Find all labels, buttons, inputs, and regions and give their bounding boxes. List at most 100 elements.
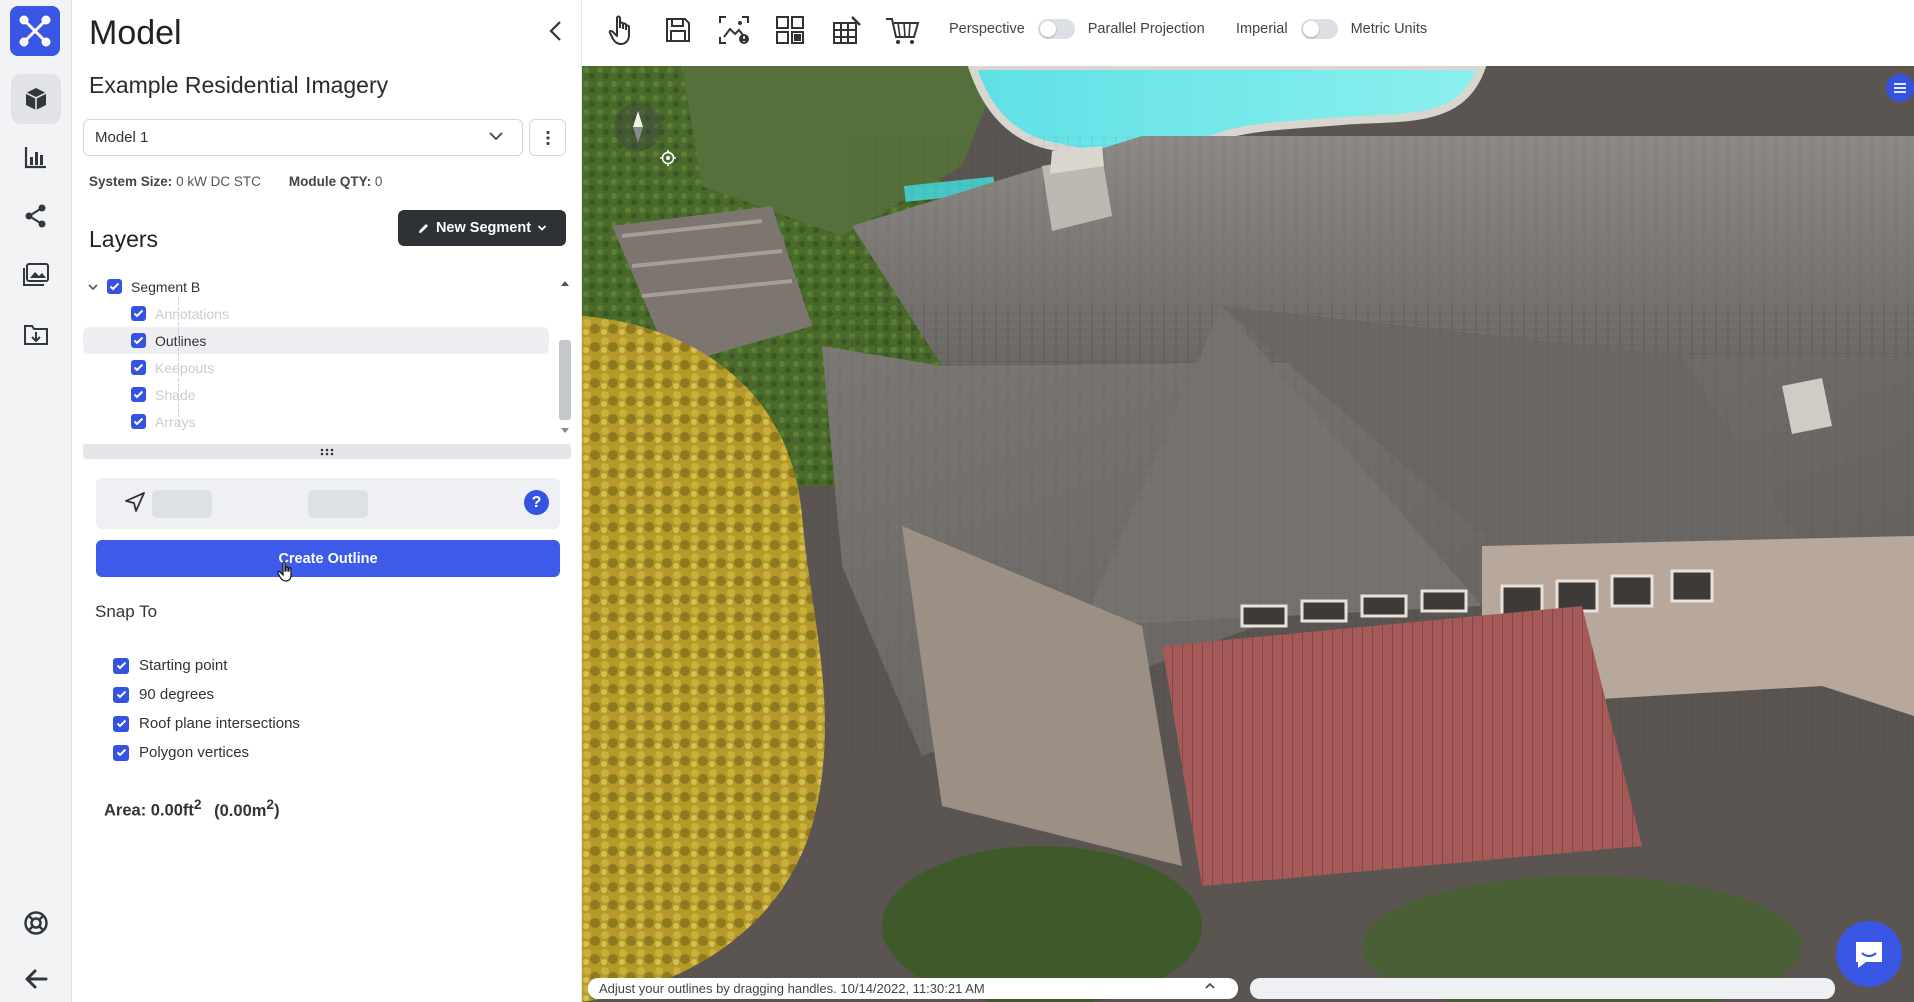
- chat-bubble-icon: [1856, 942, 1882, 968]
- secondary-status-bar: [1250, 978, 1835, 999]
- snap-label: Starting point: [139, 657, 228, 674]
- chevron-left-icon: [549, 21, 561, 41]
- tree-item-shade[interactable]: Shade: [83, 381, 549, 408]
- projection-toggle-group: Perspective Parallel Projection: [949, 19, 1205, 39]
- status-message-bar[interactable]: Adjust your outlines by dragging handles…: [588, 978, 1238, 999]
- snap-label: 90 degrees: [139, 686, 215, 703]
- grip-dots-icon: [320, 448, 334, 455]
- snap-options: Starting point 90 degrees Roof plane int…: [113, 651, 300, 767]
- segment-checkbox[interactable]: [107, 279, 122, 294]
- layers-title: Layers: [89, 226, 159, 252]
- model-panel: Model Example Residential Imagery Model …: [72, 0, 582, 1002]
- model-select-value: Model 1: [95, 129, 149, 146]
- area-label: Area:: [104, 801, 147, 820]
- model-options-button[interactable]: [529, 119, 566, 156]
- hand-pointer-icon[interactable]: [604, 12, 640, 48]
- support-lifebuoy-icon[interactable]: [11, 898, 61, 948]
- nav-rail: [0, 0, 72, 1002]
- model-cube-icon[interactable]: [11, 74, 61, 124]
- snap-checkbox[interactable]: [113, 715, 129, 732]
- create-outline-button[interactable]: Create Outline: [96, 540, 560, 577]
- imagery-icon[interactable]: [11, 250, 61, 300]
- status-timestamp: 10/14/2022, 11:30:21 AM: [840, 981, 985, 996]
- module-grid-icon[interactable]: [828, 12, 864, 48]
- snap-option[interactable]: Starting point: [113, 651, 300, 680]
- tree-item-label: Outlines: [155, 332, 207, 349]
- shade-checkbox[interactable]: [131, 387, 146, 402]
- parallel-projection-label: Parallel Projection: [1087, 21, 1205, 37]
- projection-switch[interactable]: [1037, 19, 1075, 39]
- snap-checkbox[interactable]: [113, 657, 129, 674]
- tree-item-label: Keepouts: [155, 359, 215, 376]
- keepouts-checkbox[interactable]: [131, 360, 146, 375]
- snap-label: Roof plane intersections: [139, 715, 300, 732]
- image-edit-icon[interactable]: [716, 12, 752, 48]
- download-icon[interactable]: [11, 309, 61, 359]
- compass-icon[interactable]: [614, 103, 662, 151]
- module-qty-value: 0: [374, 174, 383, 189]
- area-m-value: (0.00m: [214, 801, 267, 820]
- help-button[interactable]: ?: [524, 490, 549, 515]
- snap-option[interactable]: Roof plane intersections: [113, 709, 300, 738]
- app-logo-icon[interactable]: [10, 6, 60, 56]
- save-icon[interactable]: [660, 12, 696, 48]
- tree-connector: [178, 297, 179, 427]
- snap-option[interactable]: Polygon vertices: [113, 738, 300, 767]
- snap-checkbox[interactable]: [113, 744, 129, 761]
- hand-cursor-icon: [277, 561, 292, 582]
- caret-down-icon[interactable]: [87, 282, 99, 292]
- status-message: Adjust your outlines by dragging handles…: [599, 981, 837, 996]
- outlines-checkbox[interactable]: [131, 333, 146, 348]
- snap-to-title: Snap To: [95, 602, 158, 621]
- arrays-checkbox[interactable]: [131, 414, 146, 429]
- cart-shape-icon[interactable]: [884, 12, 920, 48]
- top-toolbar: Perspective Parallel Projection Imperial…: [582, 0, 1914, 66]
- project-name: Example Residential Imagery: [89, 72, 389, 98]
- outline-tools: ?: [96, 478, 560, 529]
- module-qty-label: Module QTY:: [288, 174, 372, 189]
- aerial-imagery: [582, 66, 1914, 1002]
- resize-handle[interactable]: [83, 444, 571, 459]
- tree-item-arrays[interactable]: Arrays: [83, 408, 549, 435]
- imperial-label: Imperial: [1236, 21, 1288, 37]
- area-readout: Area: 0.00ft2 (0.00m2): [104, 797, 280, 820]
- model-select[interactable]: Model 1: [83, 119, 523, 156]
- grid-layout-icon[interactable]: [772, 12, 808, 48]
- snap-label: Polygon vertices: [139, 744, 250, 761]
- area-ft-value: 0.00ft: [150, 801, 194, 820]
- collapse-panel-button[interactable]: [540, 16, 570, 46]
- navigation-arrow-icon[interactable]: [124, 491, 146, 513]
- tree-item-keepouts[interactable]: Keepouts: [83, 354, 549, 381]
- units-toggle-group: Imperial Metric Units: [1236, 19, 1427, 39]
- units-switch[interactable]: [1300, 19, 1338, 39]
- crosshair-icon[interactable]: [660, 150, 676, 166]
- new-segment-button[interactable]: New Segment: [398, 210, 566, 246]
- 3d-viewport[interactable]: Adjust your outlines by dragging handles…: [582, 66, 1914, 1002]
- bearing-input[interactable]: [152, 490, 212, 518]
- snap-checkbox[interactable]: [113, 686, 129, 703]
- tree-item-outlines[interactable]: Outlines: [83, 327, 549, 354]
- pencil-icon: [418, 223, 428, 233]
- kebab-menu-icon: [545, 130, 550, 145]
- tree-item-label: Annotations: [155, 305, 229, 322]
- chevron-down-icon: [489, 132, 503, 141]
- chevron-down-icon: [537, 225, 547, 231]
- layers-scroll-thumb[interactable]: [559, 340, 571, 420]
- bar-chart-icon[interactable]: [11, 132, 61, 182]
- tree-item-annotations[interactable]: Annotations: [83, 300, 549, 327]
- hamburger-icon: [1894, 83, 1906, 93]
- back-arrow-icon[interactable]: [11, 954, 61, 1002]
- tree-segment-row[interactable]: Segment B: [83, 273, 549, 300]
- tree-item-label: Arrays: [155, 413, 196, 430]
- panel-title: Model: [89, 14, 182, 52]
- snap-option[interactable]: 90 degrees: [113, 680, 300, 709]
- share-icon[interactable]: [11, 191, 61, 241]
- new-segment-label: New Segment: [435, 220, 532, 236]
- chat-support-button[interactable]: [1836, 921, 1902, 987]
- system-info: System Size: 0 kW DC STC Module QTY: 0: [89, 174, 382, 189]
- perspective-label: Perspective: [949, 21, 1025, 37]
- viewport-menu-button[interactable]: [1886, 74, 1914, 102]
- tree-item-label: Shade: [155, 386, 196, 403]
- annotations-checkbox[interactable]: [131, 306, 146, 321]
- chevron-up-icon[interactable]: [1204, 981, 1216, 991]
